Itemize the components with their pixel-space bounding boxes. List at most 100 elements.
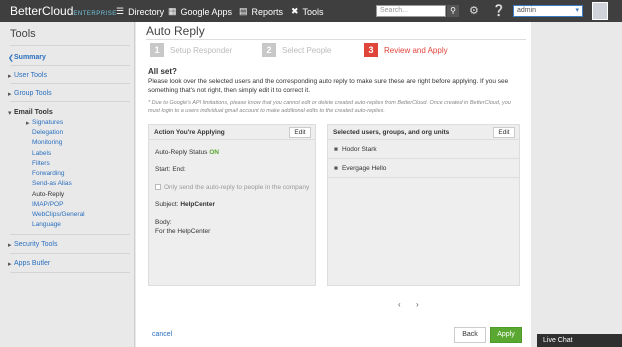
chevron-down-icon: ▾	[575, 7, 579, 14]
divider	[10, 272, 130, 273]
sidebar-item-apps-butler[interactable]: Apps Butler	[14, 260, 50, 267]
body-label: Body:	[155, 219, 172, 226]
edit-selection-button[interactable]: Edit	[493, 127, 515, 138]
sidebar-item-webclips-general[interactable]: WebClips/General	[32, 211, 85, 218]
bettercloud-logo[interactable]: BetterCloudENTERPRISE	[10, 4, 117, 18]
search-icon[interactable]: ⚲	[447, 5, 459, 17]
start-end-text: Start: End:	[155, 166, 186, 173]
sidebar-item-delegation[interactable]: Delegation	[32, 129, 63, 136]
sidebar-item-forwarding[interactable]: Forwarding	[32, 170, 65, 177]
nav-tools-label: Tools	[302, 6, 324, 17]
main-content: Auto Reply 1 Setup Responder 2 Select Pe…	[136, 22, 531, 347]
action-panel: Action You're Applying Edit Auto-Reply S…	[148, 124, 316, 286]
section-heading: All set?	[148, 67, 177, 76]
body-value: For the HelpCenter	[155, 228, 211, 235]
nav-reports[interactable]: ▤ Reports	[239, 6, 283, 17]
sidebar-item-summary[interactable]: Summary	[14, 54, 46, 61]
live-chat-button[interactable]: Live Chat	[537, 334, 622, 347]
auto-reply-status: Auto-Reply Status ON	[155, 149, 219, 156]
chevron-right-icon: ▸	[8, 261, 12, 268]
nav-directory[interactable]: ☰ Directory	[116, 6, 164, 17]
logo-text: BetterCloud	[10, 4, 74, 18]
pager-next-button[interactable]: ›	[416, 300, 419, 309]
divider	[146, 39, 526, 40]
selected-users-panel: Selected users, groups, and org units Ed…	[327, 124, 520, 286]
edit-action-button[interactable]: Edit	[289, 127, 311, 138]
top-navigation-bar: BetterCloudENTERPRISE ☰ Directory ▦ Goog…	[0, 0, 622, 22]
divider	[10, 234, 130, 235]
logo-subtext: ENTERPRISE	[73, 11, 117, 17]
apply-button[interactable]: Apply	[490, 327, 522, 343]
api-limitation-note: * Due to Google's API limitations, pleas…	[148, 100, 511, 114]
step-number: 2	[262, 43, 276, 57]
sidebar-item-send-as-alias[interactable]: Send-as Alias	[32, 180, 72, 187]
search-input[interactable]: Search...	[376, 5, 446, 17]
sidebar-title: Tools	[10, 28, 36, 40]
nav-reports-label: Reports	[251, 6, 284, 17]
chevron-down-icon: ▾	[8, 110, 12, 117]
chevron-right-icon: ▸	[8, 73, 12, 80]
step-label: Review and Apply	[384, 45, 448, 55]
company-only-checkbox[interactable]	[155, 184, 161, 190]
list-item: ■ Evergage Hello	[328, 160, 519, 178]
right-margin	[531, 22, 622, 347]
sidebar-item-security-tools[interactable]: Security Tools	[14, 241, 57, 248]
sidebar-item-email-tools[interactable]: Email Tools	[14, 109, 53, 116]
sidebar-item-imap-pop[interactable]: IMAP/POP	[32, 201, 63, 208]
pager-prev-button[interactable]: ‹	[398, 300, 401, 309]
sidebar-item-labels[interactable]: Labels	[32, 150, 51, 157]
divider	[10, 83, 130, 84]
user-icon: ■	[334, 165, 338, 172]
sidebar-item-auto-reply[interactable]: Auto-Reply	[32, 191, 64, 198]
sidebar-item-group-tools[interactable]: Group Tools	[14, 90, 52, 97]
chevron-right-icon: ▸	[8, 242, 12, 249]
nav-tools[interactable]: ✖ Tools	[291, 6, 324, 17]
checkbox-label: Only send the auto-reply to people in th…	[164, 184, 310, 191]
page-title: Auto Reply	[146, 24, 205, 38]
user-name: admin	[517, 7, 537, 14]
tools-icon: ✖	[291, 6, 299, 16]
step-review-and-apply[interactable]: 3 Review and Apply	[364, 43, 448, 57]
chevron-right-icon: ▸	[26, 120, 30, 127]
panel-header: Selected users, groups, and org units Ed…	[328, 125, 519, 140]
sidebar-item-signatures[interactable]: Signatures	[32, 119, 63, 126]
description-text: Please look over the selected users and …	[148, 78, 509, 94]
chevron-left-icon: ❮	[8, 55, 14, 62]
step-number: 1	[150, 43, 164, 57]
step-label: Setup Responder	[170, 45, 233, 55]
divider	[10, 101, 130, 102]
user-icon: ■	[334, 146, 338, 153]
avatar[interactable]	[592, 2, 608, 20]
cancel-link[interactable]: cancel	[152, 331, 172, 338]
person-name: Hodor Stark	[341, 146, 377, 153]
list-item: ■ Hodor Stark	[328, 141, 519, 159]
help-icon[interactable]: ❔	[492, 4, 506, 17]
divider	[10, 253, 130, 254]
reports-icon: ▤	[239, 6, 248, 16]
sidebar-item-monitoring[interactable]: Monitoring	[32, 139, 62, 146]
subject-label: Subject:	[155, 201, 179, 208]
step-setup-responder[interactable]: 1 Setup Responder	[150, 43, 232, 57]
gear-icon[interactable]: ⚙	[469, 4, 479, 17]
person-entry: ■ Hodor Stark	[334, 146, 377, 153]
directory-icon: ☰	[116, 6, 125, 16]
sidebar-item-language[interactable]: Language	[32, 221, 61, 228]
user-menu-dropdown[interactable]: admin ▾	[513, 5, 583, 17]
google-apps-icon: ▦	[168, 6, 177, 16]
subject-line: Subject: HelpCenter	[155, 201, 215, 208]
chevron-right-icon: ▸	[8, 91, 12, 98]
subject-value: HelpCenter	[180, 201, 215, 208]
step-select-people[interactable]: 2 Select People	[262, 43, 331, 57]
back-button[interactable]: Back	[454, 327, 486, 343]
person-name: Evergage Hello	[341, 165, 387, 172]
nav-google-apps[interactable]: ▦ Google Apps	[168, 6, 232, 17]
nav-directory-label: Directory	[128, 6, 165, 17]
step-label: Select People	[282, 45, 332, 55]
sidebar-item-user-tools[interactable]: User Tools	[14, 72, 47, 79]
divider	[10, 65, 130, 66]
status-label: Auto-Reply Status	[155, 149, 208, 156]
divider	[10, 45, 130, 46]
person-entry: ■ Evergage Hello	[334, 165, 386, 172]
sidebar-item-filters[interactable]: Filters	[32, 160, 50, 167]
panel-header: Action You're Applying Edit	[149, 125, 315, 140]
